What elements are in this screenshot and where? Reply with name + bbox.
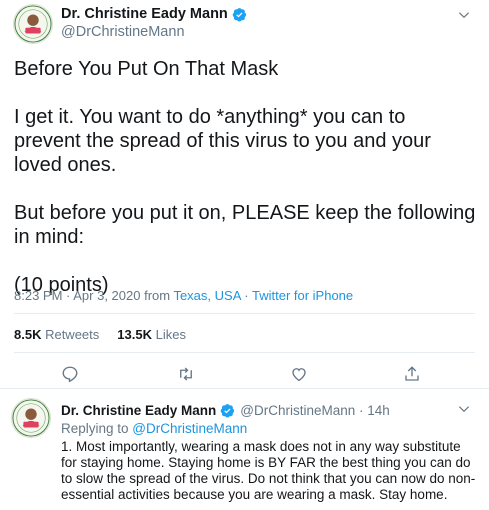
chevron-down-icon[interactable] xyxy=(457,402,471,416)
tweet-source-link[interactable]: Twitter for iPhone xyxy=(252,288,353,303)
verified-badge-icon xyxy=(221,404,235,418)
likes-label: Likes xyxy=(151,327,186,342)
tweet-location-link[interactable]: Texas, USA xyxy=(173,288,240,303)
meta-separator: · xyxy=(240,288,252,303)
retweets-count: 8.5K xyxy=(14,327,42,342)
verified-badge-icon xyxy=(232,7,246,21)
tweet-text: Before You Put On That Mask I get it. Yo… xyxy=(14,57,476,297)
author-display-name[interactable]: Dr. Christine Eady Mann xyxy=(61,6,228,22)
avatar[interactable] xyxy=(13,4,53,44)
reply-author-row: Dr. Christine Eady Mann @DrChristineMann… xyxy=(61,403,390,418)
retweet-icon xyxy=(180,367,192,381)
replying-handle-link[interactable]: @DrChristineMann xyxy=(132,421,247,436)
share-button[interactable] xyxy=(400,362,424,386)
tweet-paragraph: Before You Put On That Mask xyxy=(14,58,279,80)
reply-icon xyxy=(62,366,78,383)
divider xyxy=(14,352,475,353)
heart-icon xyxy=(292,368,306,382)
retweets-stat[interactable]: 8.5K Retweets xyxy=(14,327,99,342)
tweet-paragraph: But before you put it on, PLEASE keep th… xyxy=(14,202,476,248)
like-button[interactable] xyxy=(287,362,311,386)
reply-avatar[interactable] xyxy=(11,398,51,438)
tweet-metadata: 8:23 PM · Apr 3, 2020 from Texas, USA · … xyxy=(14,288,353,303)
replying-label: Replying to xyxy=(61,421,133,436)
reply-author-name[interactable]: Dr. Christine Eady Mann xyxy=(61,403,216,418)
profile-photo-icon xyxy=(14,5,52,43)
tweet-actions xyxy=(0,362,489,386)
replying-to: Replying to @DrChristineMann xyxy=(61,421,247,436)
retweets-label: Retweets xyxy=(41,327,100,342)
chevron-down-icon[interactable] xyxy=(457,8,471,22)
reply-button[interactable] xyxy=(58,362,82,386)
author-name-row: Dr. Christine Eady Mann xyxy=(61,6,247,22)
tweet-paragraph: I get it. You want to do *anything* you … xyxy=(14,106,431,176)
tweet-stats: 8.5K Retweets 13.5K Likes xyxy=(14,327,204,342)
share-icon xyxy=(405,366,419,381)
reply-handle-time[interactable]: @DrChristineMann · 14h xyxy=(240,403,390,418)
likes-count: 13.5K xyxy=(117,327,152,342)
main-tweet: Dr. Christine Eady Mann @DrChristineMann… xyxy=(0,0,489,389)
author-handle[interactable]: @DrChristineMann xyxy=(61,24,185,40)
reply-tweet-text: 1. Most importantly, wearing a mask does… xyxy=(61,439,476,502)
tweet-timestamp[interactable]: 8:23 PM · Apr 3, 2020 from xyxy=(14,288,173,303)
retweet-button[interactable] xyxy=(174,362,198,386)
profile-photo-icon xyxy=(12,399,50,437)
divider xyxy=(14,313,475,314)
likes-stat[interactable]: 13.5K Likes xyxy=(117,327,186,342)
